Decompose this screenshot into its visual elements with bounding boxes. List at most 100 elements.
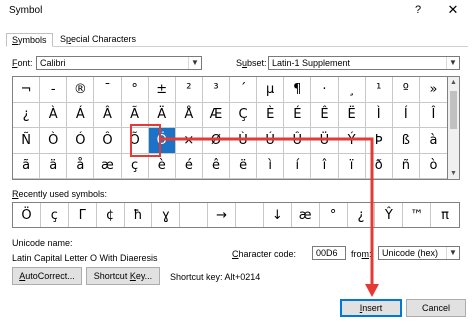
symbol-cell[interactable]: Ñ (13, 128, 41, 154)
symbol-cell[interactable]: ë (230, 153, 258, 179)
symbol-cell[interactable]: · (311, 77, 339, 103)
close-button[interactable]: ✕ (445, 2, 461, 18)
symbol-cell[interactable]: º (392, 77, 420, 103)
symbol-cell[interactable]: Ø (202, 128, 230, 154)
recent-symbol-cell[interactable]: ɣ (152, 203, 181, 227)
symbol-grid-scrollbar[interactable]: ▲ ▼ (448, 76, 460, 180)
font-label-rest: ont: (17, 58, 33, 68)
character-code-input[interactable]: 00D6 (312, 246, 346, 260)
font-select[interactable]: Calibri ▼ (36, 56, 202, 70)
recent-symbol-cell[interactable]: Ŷ (375, 203, 404, 227)
symbol-cell[interactable]: ð (365, 153, 393, 179)
symbol-cell[interactable]: ¬ (13, 77, 41, 103)
symbol-cell[interactable]: æ (94, 153, 122, 179)
symbol-cell[interactable]: Æ (202, 102, 230, 128)
recent-symbol-cell[interactable]: Ö (13, 203, 41, 227)
recent-symbol-cell[interactable]: ç (41, 203, 69, 227)
symbol-cell[interactable]: É (284, 102, 312, 128)
symbol-cell[interactable]: ò (419, 154, 447, 179)
symbol-cell[interactable]: ¿ (13, 102, 41, 128)
symbol-cell[interactable]: À (40, 102, 68, 128)
symbol-cell[interactable]: Ì (365, 102, 393, 128)
symbol-cell[interactable]: ì (257, 153, 285, 179)
symbol-cell[interactable]: ± (148, 77, 176, 103)
symbol-cell[interactable]: Ê (311, 102, 339, 128)
symbol-cell[interactable]: à (419, 128, 447, 154)
symbol-cell[interactable]: Ò (40, 128, 68, 154)
help-button[interactable]: ? (411, 4, 425, 16)
autocorrect-label: utoCorrect... (25, 271, 75, 281)
tab-symbols[interactable]: Symbols (6, 33, 53, 47)
symbol-cell[interactable]: Ú (257, 128, 285, 154)
recent-symbol-cell[interactable]: ¢ (97, 203, 125, 227)
symbol-cell[interactable]: ñ (392, 153, 420, 179)
symbol-cell[interactable]: Ô (94, 128, 122, 154)
symbol-cell[interactable]: Ó (67, 128, 95, 154)
recent-symbol-cell[interactable] (180, 203, 209, 227)
symbol-cell[interactable]: î (311, 153, 339, 179)
autocorrect-button[interactable]: AutoCorrect... (12, 267, 82, 285)
recent-symbol-cell[interactable]: ¿ (348, 203, 376, 227)
symbol-cell[interactable]: ï (338, 153, 366, 179)
recent-symbol-cell[interactable]: → (208, 203, 236, 227)
symbol-cell[interactable]: ¹ (365, 77, 393, 103)
recent-symbol-cell[interactable]: ħ (125, 203, 153, 227)
symbol-cell[interactable]: ² (175, 77, 203, 103)
scroll-thumb[interactable] (450, 91, 457, 129)
recent-symbol-cell[interactable] (236, 203, 264, 227)
symbol-cell[interactable]: å (67, 153, 95, 179)
symbol-cell[interactable]: ê (202, 153, 230, 179)
symbol-cell[interactable]: Ý (338, 128, 366, 154)
symbol-cell[interactable]: × (175, 128, 203, 154)
shortcut-key-button[interactable]: Shortcut Key... (86, 267, 160, 285)
from-select[interactable]: Unicode (hex) ▼ (378, 246, 460, 260)
symbol-cell[interactable]: ã (13, 153, 41, 179)
recent-symbol-cell[interactable]: Γ (69, 203, 97, 227)
symbol-cell[interactable]: ® (67, 77, 95, 103)
symbol-cell[interactable]: Ç (230, 102, 258, 128)
chevron-down-icon[interactable]: ▼ (446, 247, 459, 259)
scroll-up-icon[interactable]: ▲ (448, 77, 459, 88)
symbol-cell[interactable]: Û (284, 128, 312, 154)
symbol-cell[interactable]: ¸ (338, 77, 366, 103)
tab-special-characters[interactable]: Special Characters (55, 33, 141, 47)
symbol-cell[interactable]: µ (257, 77, 285, 103)
chevron-down-icon[interactable]: ▼ (188, 57, 201, 69)
scroll-down-icon[interactable]: ▼ (448, 168, 459, 179)
symbol-cell[interactable]: ç (121, 153, 149, 179)
symbol-cell[interactable]: ¯ (94, 77, 122, 103)
recent-symbol-cell[interactable]: ° (320, 203, 348, 227)
symbol-cell[interactable]: é (175, 153, 203, 179)
symbol-cell[interactable]: Î (419, 103, 447, 128)
cancel-button[interactable]: Cancel (406, 299, 466, 317)
symbol-cell[interactable]: ¶ (284, 77, 312, 103)
symbol-cell[interactable]: ° (121, 77, 149, 103)
symbol-cell[interactable]: ´ (230, 77, 258, 103)
symbol-cell[interactable]: Ë (338, 102, 366, 128)
symbol-cell[interactable]: è (148, 153, 176, 179)
symbol-cell[interactable]: È (257, 102, 285, 128)
symbol-cell[interactable]: Ù (230, 128, 258, 154)
symbol-cell[interactable]: Â (94, 102, 122, 128)
symbol-cell[interactable]: í (284, 153, 312, 179)
chevron-down-icon[interactable]: ▼ (446, 57, 459, 69)
symbol-cell[interactable]: Á (67, 102, 95, 128)
symbol-cell[interactable]: - (40, 77, 68, 103)
symbol-cell[interactable]: Å (175, 102, 203, 128)
recent-symbol-cell[interactable]: π (431, 203, 459, 227)
recent-symbols-grid: Öç Γ ¢ ħ ɣ → ↓ æ ° ¿ Ŷ ™ π (12, 202, 460, 228)
recent-symbol-cell[interactable]: æ (292, 203, 320, 227)
recent-symbol-cell[interactable]: ↓ (264, 203, 292, 227)
symbol-cell[interactable]: Í (392, 102, 420, 128)
symbol-cell[interactable]: Ü (311, 128, 339, 154)
symbol-cell[interactable]: ß (392, 128, 420, 154)
symbol-cell[interactable]: ³ (202, 77, 230, 103)
symbol-cell[interactable]: ä (40, 153, 68, 179)
from-label-accel: m (361, 249, 370, 259)
symbol-cell[interactable]: » (419, 77, 447, 103)
symbol-cell[interactable]: Þ (365, 128, 393, 154)
subset-select[interactable]: Latin-1 Supplement ▼ (268, 56, 460, 70)
insert-button[interactable]: Insert (340, 299, 402, 317)
recent-symbol-cell[interactable]: ™ (403, 203, 432, 227)
from-label-rest: : (369, 249, 372, 259)
